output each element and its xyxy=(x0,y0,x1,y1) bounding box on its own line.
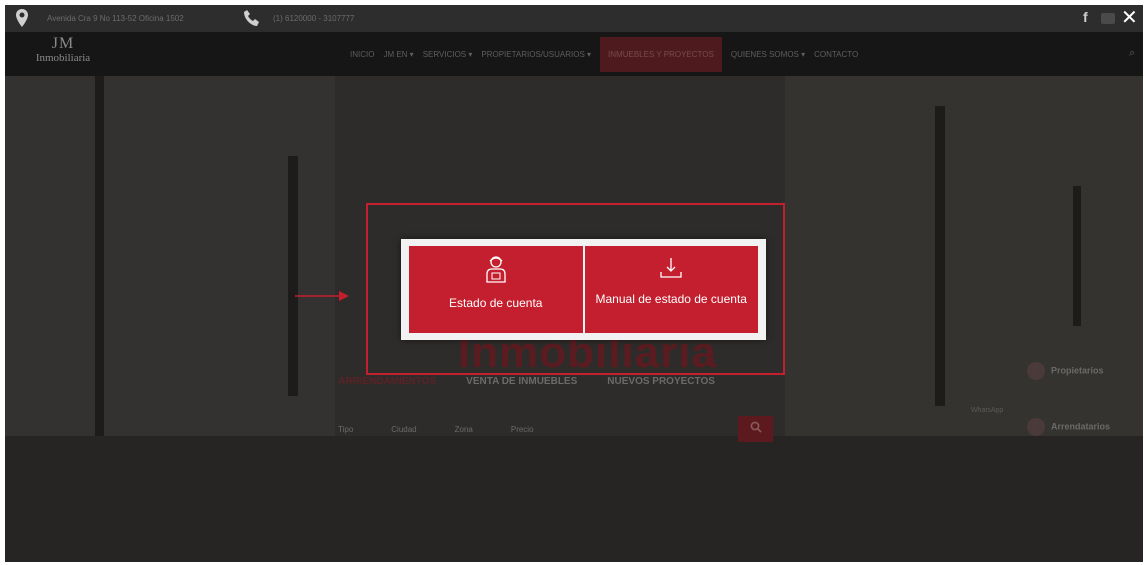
search-icon xyxy=(750,421,762,433)
whatsapp-label[interactable]: WhatsApp xyxy=(971,407,1003,414)
select-tipo[interactable]: Tipo xyxy=(338,425,353,434)
select-precio[interactable]: Precio xyxy=(511,425,534,434)
instagram-icon[interactable] xyxy=(1101,13,1115,24)
phone-text: (1) 6120000 - 3107777 xyxy=(273,14,355,23)
tab-arriendamientos[interactable]: ARRIENDAMIENTOS xyxy=(338,376,436,387)
logo-monogram: JM xyxy=(51,35,75,52)
nav-menu: INICIO JM EN ▾ SERVICIOS ▾ PROPIETARIOS/… xyxy=(350,32,867,76)
hero-column xyxy=(935,106,945,406)
nav-item-quienes-somos[interactable]: QUIENES SOMOS ▾ xyxy=(731,50,805,59)
nav-item-contacto[interactable]: CONTACTO xyxy=(814,50,858,59)
account-modal: Estado de cuenta Manual de estado de cue… xyxy=(401,239,766,340)
side-link-arrendatarios[interactable]: Arrendatarios xyxy=(1027,418,1110,436)
user-icon xyxy=(409,255,583,283)
select-ciudad[interactable]: Ciudad xyxy=(391,425,416,434)
nav-item-inicio[interactable]: INICIO xyxy=(350,50,374,59)
annotation-arrow-icon xyxy=(295,291,349,301)
tenant-icon xyxy=(1027,418,1045,436)
search-icon[interactable]: ⌕ xyxy=(1129,47,1135,60)
location-pin-icon xyxy=(16,9,28,27)
logo-wordmark: Inmobiliaria xyxy=(35,52,91,64)
estado-de-cuenta-button[interactable]: Estado de cuenta xyxy=(409,246,585,333)
logo[interactable]: JM Inmobiliaria xyxy=(13,36,113,65)
hero-photo-floor xyxy=(5,436,1143,562)
page-viewport: Avenida Cra 9 No 113-52 Oficina 1502 (1)… xyxy=(5,5,1143,562)
facebook-icon[interactable]: f xyxy=(1083,9,1088,25)
tab-nuevos-proyectos[interactable]: NUEVOS PROYECTOS xyxy=(607,376,715,387)
search-submit-button[interactable] xyxy=(738,416,773,442)
phone-icon xyxy=(244,10,259,26)
side-link-label: Arrendatarios xyxy=(1051,421,1111,432)
address-text: Avenida Cra 9 No 113-52 Oficina 1502 xyxy=(47,14,184,23)
hero-column xyxy=(1073,186,1081,326)
download-icon xyxy=(585,255,759,283)
main-navigation: JM Inmobiliaria INICIO JM EN ▾ SERVICIOS… xyxy=(5,32,1143,76)
nav-item-servicios[interactable]: SERVICIOS ▾ xyxy=(423,50,473,59)
manual-estado-de-cuenta-button[interactable]: Manual de estado de cuenta xyxy=(584,246,759,333)
tab-venta[interactable]: VENTA DE INMUEBLES xyxy=(466,376,577,387)
top-info-bar: Avenida Cra 9 No 113-52 Oficina 1502 (1)… xyxy=(5,5,1143,32)
search-tabs: ARRIENDAMIENTOS VENTA DE INMUEBLES NUEVO… xyxy=(338,376,715,387)
manual-estado-de-cuenta-label: Manual de estado de cuenta xyxy=(595,292,747,306)
close-modal-button[interactable]: ✕ xyxy=(1121,5,1138,30)
nav-item-propietarios[interactable]: PROPIETARIOS/USUARIOS ▾ xyxy=(481,50,591,59)
modal-options: Estado de cuenta Manual de estado de cue… xyxy=(409,246,758,333)
nav-item-jm-en[interactable]: JM EN ▾ xyxy=(383,50,413,59)
side-link-label: Propietarios xyxy=(1051,365,1104,376)
nav-item-inmuebles[interactable]: INMUEBLES Y PROYECTOS xyxy=(600,36,722,72)
property-search-bar: Tipo Ciudad Zona Precio xyxy=(338,416,778,442)
owner-icon xyxy=(1027,362,1045,380)
side-link-propietarios[interactable]: Propietarios xyxy=(1027,362,1104,380)
select-zona[interactable]: Zona xyxy=(455,425,473,434)
hero-column xyxy=(288,156,298,396)
estado-de-cuenta-label: Estado de cuenta xyxy=(449,296,543,310)
